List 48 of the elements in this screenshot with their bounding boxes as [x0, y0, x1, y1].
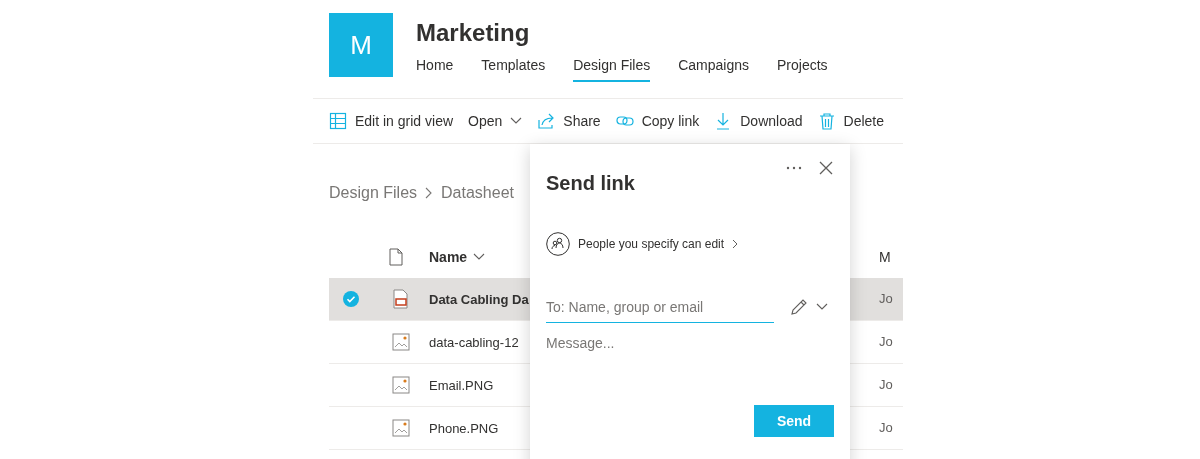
site-title: Marketing	[416, 18, 531, 48]
people-icon	[546, 232, 570, 256]
share-icon	[537, 112, 556, 130]
nav-tab[interactable]: Templates	[481, 53, 546, 82]
download-button[interactable]: Download	[714, 105, 803, 137]
checkmark-circle-icon	[343, 291, 359, 307]
close-button[interactable]	[818, 160, 834, 176]
file-name: Email.PNG	[429, 378, 494, 393]
nav-tab[interactable]: Design Files	[573, 53, 651, 82]
nav-tab[interactable]: Projects	[777, 53, 828, 82]
close-icon	[819, 161, 833, 175]
image-icon	[392, 376, 410, 394]
file-name: data-cabling-12	[429, 335, 519, 350]
column-header[interactable]: Name	[429, 246, 468, 268]
share-button[interactable]: Share	[537, 105, 601, 137]
chevron-down-icon	[510, 117, 523, 125]
link-button[interactable]: Copy link	[615, 105, 700, 137]
message-field[interactable]: Message...	[546, 333, 834, 393]
trash-icon	[817, 112, 836, 130]
chevron-right-icon	[425, 187, 434, 199]
edit-permission-button[interactable]	[790, 298, 828, 316]
permission-button[interactable]: People you specify can edit	[546, 232, 739, 256]
chevron-down-icon	[473, 253, 486, 261]
table-cell-text: Jo	[879, 333, 893, 352]
table-cell-text: Jo	[879, 290, 893, 309]
file-name: Data Cabling Da	[429, 292, 529, 307]
chevron-right-icon	[732, 239, 739, 249]
chevron-down-icon	[816, 303, 828, 311]
grid-button[interactable]: Edit in grid view	[329, 105, 454, 137]
more-icon	[786, 166, 802, 170]
image-icon	[392, 333, 410, 351]
delete-button[interactable]: Delete	[817, 105, 884, 137]
open-button[interactable]: Open	[468, 105, 523, 137]
image-icon	[392, 419, 410, 437]
document-icon	[392, 289, 410, 309]
column-header[interactable]: M	[879, 246, 891, 268]
breadcrumb-item[interactable]: Design Files	[329, 181, 418, 205]
table-cell-text: Jo	[879, 419, 893, 438]
dialog-title: Send link	[546, 171, 635, 196]
pencil-icon	[790, 298, 808, 316]
nav-tab[interactable]: Campaigns	[678, 53, 750, 82]
grid-icon	[329, 112, 347, 130]
table-cell-text: Jo	[879, 376, 893, 395]
recipient-field[interactable]: To: Name, group or email	[546, 291, 774, 323]
file-name: Phone.PNG	[429, 421, 499, 436]
file-icon	[389, 248, 403, 266]
breadcrumb-item[interactable]: Datasheet	[441, 181, 514, 205]
nav-tab[interactable]: Home	[416, 53, 454, 82]
